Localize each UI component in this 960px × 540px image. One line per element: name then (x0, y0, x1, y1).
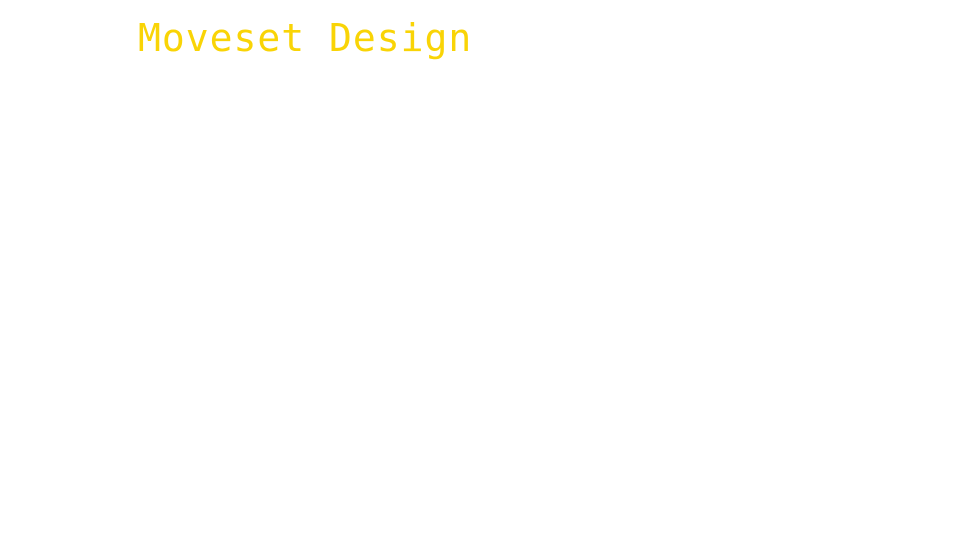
slide: Moveset Design (0, 0, 960, 540)
slide-title: Moveset Design (138, 16, 473, 60)
